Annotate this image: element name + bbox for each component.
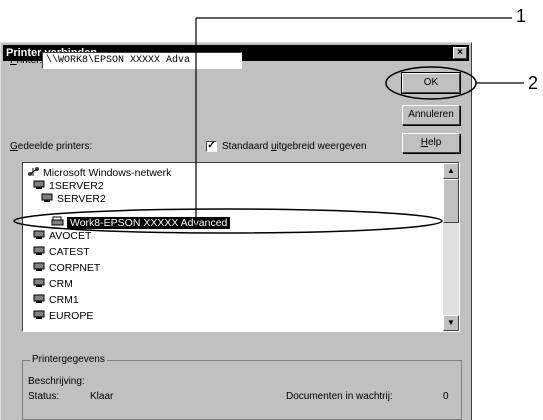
tree-item-server2[interactable]: SERVER2 xyxy=(41,192,106,205)
tree-item-crm1[interactable]: CRM1 xyxy=(33,293,79,306)
status-value: Klaar xyxy=(90,391,114,402)
scroll-up-button[interactable]: ▲ xyxy=(443,163,459,179)
description-label: Beschrijving: xyxy=(28,376,85,387)
printer-details-title: Printergegevens xyxy=(30,354,107,365)
queue-value: 0 xyxy=(443,391,449,402)
printer-path-field[interactable]: \\WORK8\EPSON XXXXX Adva xyxy=(42,52,242,69)
server-icon xyxy=(33,261,46,272)
tree-item-catest[interactable]: CATEST xyxy=(33,245,90,258)
tree-item-europe[interactable]: EUROPE xyxy=(33,309,93,322)
shared-printers-label: Gedeelde printers: xyxy=(10,141,93,152)
tree-item-avocet[interactable]: AVOCET xyxy=(33,229,91,242)
expanded-view-label: Standaard uitgebreid weergeven xyxy=(222,141,367,152)
printer-icon xyxy=(51,216,64,227)
server-icon xyxy=(33,245,46,256)
server-icon xyxy=(33,309,46,320)
printer-details-group xyxy=(22,360,462,420)
server-icon xyxy=(41,192,54,203)
close-icon: × xyxy=(457,47,463,58)
callout-2-label: 2 xyxy=(528,73,539,93)
queue-label: Documenten in wachtrij: xyxy=(286,391,393,402)
expanded-view-checkbox[interactable]: ✓ xyxy=(206,141,217,152)
callout-1-label: 1 xyxy=(516,6,527,26)
help-button[interactable]: Help xyxy=(402,133,460,153)
tree-scrollbar[interactable]: ▲ ▼ xyxy=(443,163,459,331)
network-icon xyxy=(27,166,40,177)
cancel-button[interactable]: Annuleren xyxy=(402,105,460,125)
server-icon xyxy=(33,277,46,288)
shared-printers-tree[interactable]: Microsoft Windows-netwerk 1SERVER2 SERVE… xyxy=(22,162,460,332)
tree-item-work8-epson[interactable]: Work8-EPSON XXXXX Advanced xyxy=(51,216,231,229)
tree-item-crm[interactable]: CRM xyxy=(33,277,73,290)
close-button[interactable]: × xyxy=(453,47,467,59)
tree-item-corpnet[interactable]: CORPNET xyxy=(33,261,100,274)
ok-button[interactable]: OK xyxy=(401,72,461,94)
server-icon xyxy=(33,179,46,190)
printer-label: Printer: xyxy=(10,55,43,66)
status-label: Status: xyxy=(28,391,60,402)
tree-item-network[interactable]: Microsoft Windows-netwerk xyxy=(27,166,171,179)
server-icon xyxy=(33,293,46,304)
scroll-thumb[interactable] xyxy=(443,179,459,223)
scroll-down-button[interactable]: ▼ xyxy=(443,315,459,331)
server-icon xyxy=(33,229,46,240)
tree-item-1server2[interactable]: 1SERVER2 xyxy=(33,179,104,192)
